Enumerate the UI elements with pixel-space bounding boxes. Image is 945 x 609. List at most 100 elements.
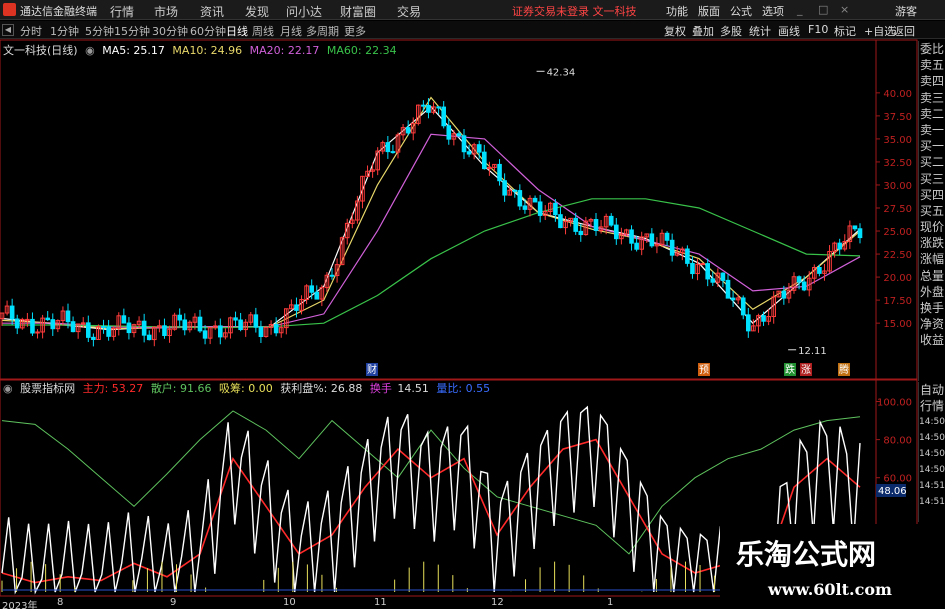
ma60-label: MA60: 22.34 (326, 44, 397, 57)
date-label: 11 (374, 597, 387, 608)
candle-body (685, 248, 690, 264)
current-value-label: 48.06 (878, 486, 907, 497)
price-tick-label: 27.50 (883, 204, 912, 215)
ma10-label: MA10: 24.96 (172, 44, 243, 57)
candle-body (740, 297, 746, 316)
date-label: 12 (491, 597, 504, 608)
date-label: 2023年 (2, 601, 38, 609)
candle-body (614, 224, 619, 240)
quote-label[interactable]: 净资 (919, 316, 945, 332)
tick-label[interactable]: 行情 (919, 398, 945, 414)
ma-line-ma60 (2, 198, 861, 329)
candle-body (522, 205, 528, 210)
indicator-tick-label: 100.00 (877, 398, 912, 409)
quote-label[interactable]: 卖三 (919, 90, 945, 106)
price-tick-label: 25.00 (883, 227, 912, 238)
candle-body (202, 330, 208, 339)
candle-body (30, 318, 35, 334)
candle-body (45, 317, 50, 321)
candle-body (664, 232, 670, 241)
ma5-label: MA5: 25.17 (102, 44, 165, 57)
quote-label[interactable]: 现价 (919, 219, 945, 235)
quote-label[interactable]: 买四 (919, 187, 945, 203)
candle-body (700, 263, 705, 266)
stock-title: 文一科技(日线) (3, 44, 78, 57)
tick-time: 14:50 (919, 465, 945, 475)
ma20-label: MA20: 22.17 (249, 44, 320, 57)
candle-body (121, 315, 127, 324)
indicator-settings-icon[interactable]: ◉ (3, 382, 13, 395)
quote-label[interactable]: 外盘 (919, 284, 945, 300)
profit-label: 获利盘%: 26.88 (280, 382, 363, 395)
date-label: 8 (57, 597, 64, 608)
tick-label[interactable]: 自动 (919, 382, 945, 398)
event-marker-label-cai: 财 (367, 363, 377, 376)
candle-body (746, 314, 751, 332)
candle-body (126, 322, 132, 334)
candle-body (593, 219, 599, 231)
candle-body (608, 215, 614, 226)
quote-label[interactable]: 涨跌 (919, 235, 945, 251)
quote-label[interactable]: 买三 (919, 171, 945, 187)
candle-body (182, 319, 188, 331)
quote-label[interactable]: 委比 (919, 41, 945, 57)
candle-body (91, 336, 96, 340)
settings-icon[interactable]: ◉ (85, 44, 95, 57)
kline-chart[interactable]: 15.00 17.50 20.00 22.50 25.00 27.50 30.00 32.50… (0, 0, 945, 609)
date-label: 10 (283, 597, 296, 608)
tick-time: 14:50 (919, 433, 945, 443)
date-label: 9 (170, 597, 177, 608)
candle-body (405, 127, 411, 134)
event-marker-label-zhang: 涨 (801, 364, 811, 376)
candle-body (86, 322, 91, 338)
candle-body (101, 325, 106, 328)
event-marker-label-teng: 腾 (839, 363, 849, 376)
candle-body (9, 305, 15, 320)
quote-label[interactable]: 换手 (919, 300, 945, 316)
candle-body (553, 202, 558, 216)
candle-body (197, 316, 203, 332)
quote-label[interactable]: 买五 (919, 203, 945, 219)
volume-ratio-label: 量比: 0.55 (436, 382, 491, 395)
candle-body (512, 189, 518, 192)
candle-body (233, 317, 238, 321)
quote-label[interactable]: 收益 (919, 332, 945, 348)
chip-label: 吸筹: 0.00 (219, 382, 273, 395)
candle-body (162, 325, 167, 337)
price-tick-label: 32.50 (883, 158, 912, 169)
candle-body (705, 263, 710, 280)
candle-body (390, 151, 396, 154)
quote-label[interactable]: 卖一 (919, 122, 945, 138)
candle-body (537, 201, 543, 216)
candle-body (218, 325, 223, 338)
quote-label[interactable]: 卖四 (919, 73, 945, 89)
turnover-value: 14.51 (397, 382, 429, 395)
indicator-tick-label: 80.00 (883, 436, 912, 447)
candle-body (294, 304, 299, 311)
quote-label[interactable]: 买二 (919, 154, 945, 170)
candle-body (25, 318, 30, 321)
candle-body (634, 242, 639, 250)
quote-label[interactable]: 总量 (919, 268, 945, 284)
candle-body (852, 225, 858, 230)
candle-body (761, 315, 766, 322)
price-tick-label: 40.00 (883, 89, 912, 100)
quote-label[interactable]: 买一 (919, 138, 945, 154)
candle-body (273, 324, 279, 334)
candle-body (65, 310, 71, 323)
quote-panel: 委比 卖五 卖四 卖三 卖二 卖一 买一 买二 买三 买四 买五 现价 涨跌 涨… (918, 41, 945, 381)
indicator-name[interactable]: 股票指标网 (20, 382, 75, 395)
watermark-url: www.60lt.com (768, 580, 892, 599)
candle-body (70, 321, 76, 333)
candle-body (837, 242, 842, 250)
retail-label: 散户: 91.66 (150, 382, 212, 395)
quote-label[interactable]: 涨幅 (919, 251, 945, 267)
candle-body (781, 290, 787, 299)
candle-body (258, 326, 264, 338)
candle-body (385, 142, 391, 153)
quote-label[interactable]: 卖二 (919, 106, 945, 122)
quote-label[interactable]: 卖五 (919, 57, 945, 73)
candle-body (690, 262, 695, 275)
candle-body (14, 318, 20, 329)
candle-body (141, 320, 147, 336)
